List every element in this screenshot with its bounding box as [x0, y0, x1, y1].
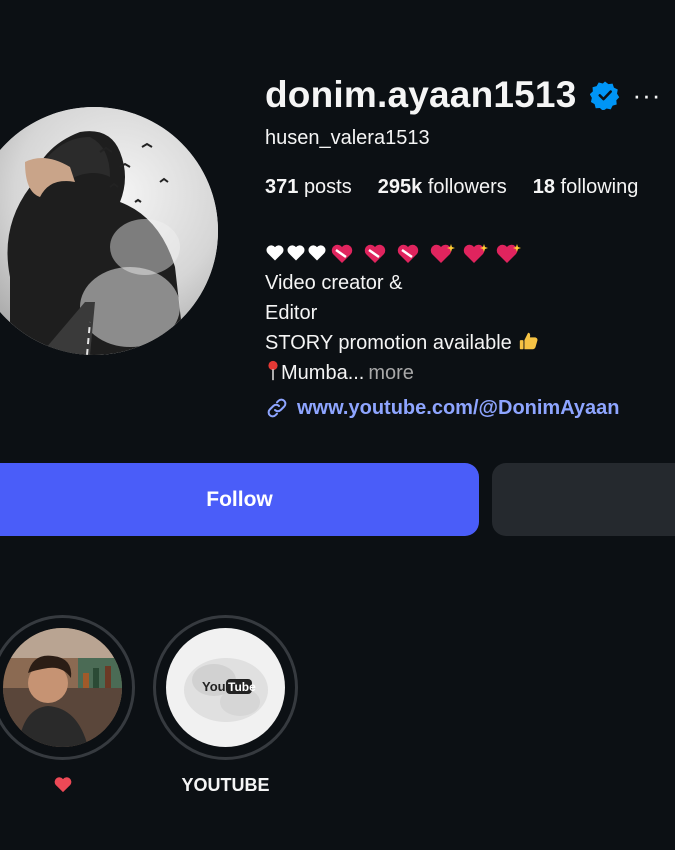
youtube-logo-tube: Tube	[228, 680, 256, 694]
highlight-youtube[interactable]: You Tube YOUTUBE	[153, 615, 298, 805]
highlight-cover-youtube: You Tube	[166, 628, 285, 747]
sparkling-heart-icon	[430, 244, 455, 263]
posts-stat[interactable]: 371 posts	[265, 176, 352, 199]
highlight-heart[interactable]	[0, 615, 140, 805]
followers-label: followers	[427, 176, 507, 198]
youtube-logo-you: You	[202, 679, 226, 694]
profile-bio: Video creator & Editor STORY promotion a…	[265, 238, 540, 388]
bio-line-2: Editor	[265, 302, 318, 324]
mending-heart-icon	[331, 244, 353, 263]
highlight-label-heart	[0, 775, 135, 798]
username-row: donim.ayaan1513 ···	[265, 70, 661, 120]
white-heart-icon	[308, 245, 326, 261]
following-count: 18	[532, 176, 555, 198]
thumbs-up-icon	[519, 332, 538, 350]
following-stat[interactable]: 18 following	[533, 176, 639, 199]
bio-line-3-text: STORY promotion available	[265, 332, 512, 354]
bio-emoji-row	[265, 238, 540, 268]
followers-count: 295k	[377, 176, 423, 198]
white-heart-icon	[287, 245, 305, 261]
profile-page: donim.ayaan1513 ··· husen_valera1513 371…	[0, 0, 675, 850]
round-pushpin-icon	[268, 360, 278, 381]
followers-stat[interactable]: 295k followers	[378, 176, 507, 199]
profile-stats: 371 posts 295k followers 18 following	[265, 176, 638, 199]
following-label: following	[560, 176, 639, 198]
link-icon	[265, 396, 289, 420]
bio-line-4: Mumba... more	[265, 358, 540, 388]
external-link[interactable]: www.youtube.com/@DonimAyaan	[265, 396, 620, 420]
bio-line-1: Video creator &	[265, 272, 403, 294]
avatar-image	[0, 107, 218, 355]
highlight-cover-photo	[3, 628, 122, 747]
message-button[interactable]	[492, 463, 675, 536]
external-link-text: www.youtube.com/@DonimAyaan	[297, 396, 620, 419]
follow-button-label: Follow	[206, 487, 273, 511]
username[interactable]: donim.ayaan1513	[265, 74, 576, 116]
youtube-logo-icon: You Tube	[184, 658, 268, 722]
bio-line-3: STORY promotion available	[265, 328, 540, 358]
profile-full-name: husen_valera1513	[265, 127, 430, 149]
mending-heart-icon	[364, 244, 386, 263]
sparkling-heart-icon	[463, 244, 488, 263]
highlight-label-youtube: YOUTUBE	[181, 775, 270, 795]
sparkling-heart-icon	[496, 244, 521, 263]
posts-count: 371	[265, 176, 299, 198]
bio-more-link[interactable]: more	[368, 362, 414, 384]
follow-button[interactable]: Follow	[0, 463, 479, 536]
red-heart-icon	[54, 777, 71, 793]
profile-avatar[interactable]	[0, 107, 218, 355]
verified-badge-icon	[590, 80, 620, 110]
posts-label: posts	[303, 176, 352, 198]
bio-line-4-text: Mumba...	[281, 362, 365, 384]
mending-heart-icon	[397, 244, 419, 263]
more-options-icon[interactable]: ···	[632, 82, 661, 108]
white-heart-icon	[266, 245, 284, 261]
